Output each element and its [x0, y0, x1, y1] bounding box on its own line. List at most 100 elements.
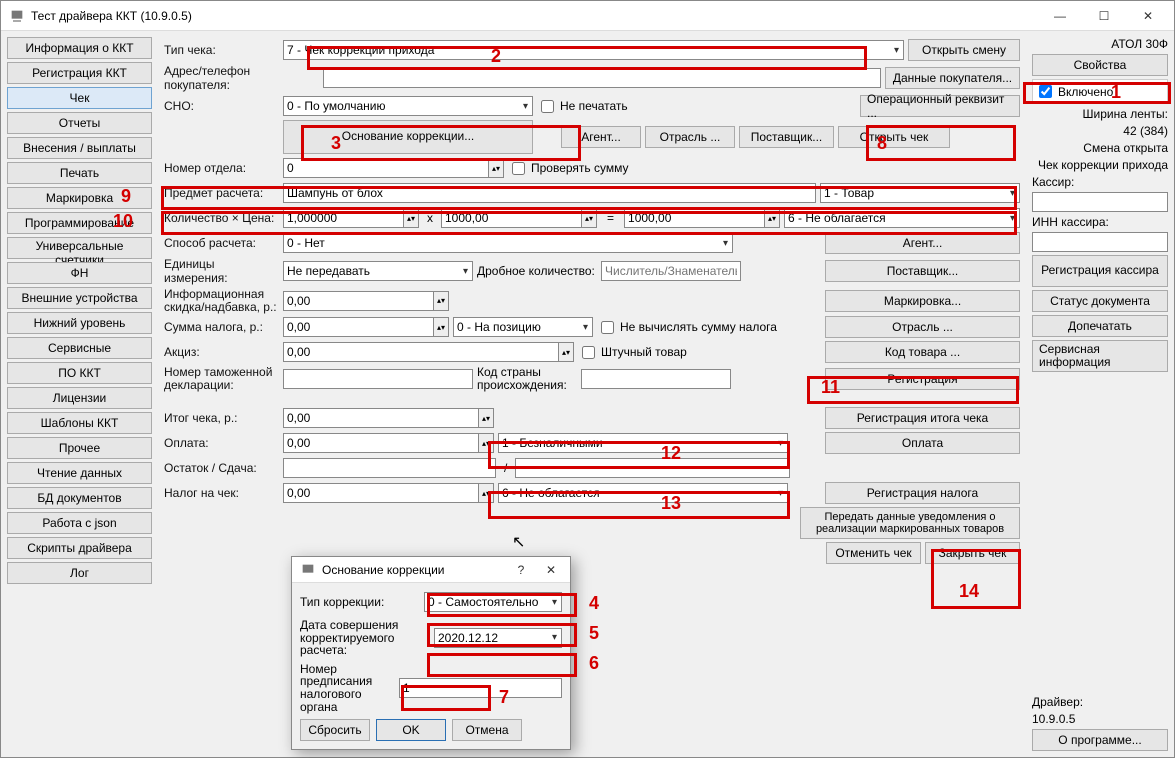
frac-input[interactable]: [601, 261, 741, 281]
payment-button[interactable]: Оплата: [825, 432, 1020, 454]
sidebar-item-low-level[interactable]: Нижний уровень: [7, 312, 152, 334]
payment-input[interactable]: [283, 433, 478, 453]
supplier-button-2[interactable]: Поставщик...: [825, 260, 1020, 282]
sidebar-item-json[interactable]: Работа с json: [7, 512, 152, 534]
check-tax-input[interactable]: [283, 483, 478, 503]
no-calc-tax-checkbox[interactable]: Не вычислять сумму налога: [597, 318, 777, 337]
about-button[interactable]: О программе...: [1032, 729, 1168, 751]
corr-type-select[interactable]: 0 - Самостоятельно: [424, 592, 562, 612]
sidebar-item-reports[interactable]: Отчеты: [7, 112, 152, 134]
dialog-cancel-button[interactable]: Отмена: [452, 719, 522, 741]
otrasl-button[interactable]: Отрасль ...: [645, 126, 735, 148]
maximize-button[interactable]: ☐: [1082, 2, 1126, 30]
sidebar-item-counters[interactable]: Универсальные счетчики: [7, 237, 152, 259]
total-input[interactable]: [624, 208, 764, 228]
sidebar-item-registration[interactable]: Регистрация ККТ: [7, 62, 152, 84]
dialog-help-button[interactable]: ?: [506, 556, 536, 584]
cashier-inn-input[interactable]: [1032, 232, 1168, 252]
reprint-button[interactable]: Допечатать: [1032, 315, 1168, 337]
no-print-checkbox[interactable]: Не печатать: [537, 97, 628, 116]
subject-type-select[interactable]: 1 - Товар: [820, 183, 1020, 203]
enabled-checkbox[interactable]: Включено: [1032, 79, 1168, 104]
dialog-close-button[interactable]: ✕: [536, 556, 566, 584]
country-input[interactable]: [581, 369, 731, 389]
service-info-button[interactable]: Сервисная информация: [1032, 340, 1168, 372]
op-rekv-button[interactable]: Операционный реквизит ...: [860, 95, 1020, 117]
dept-input[interactable]: [283, 158, 488, 178]
close-button[interactable]: ✕: [1126, 2, 1170, 30]
otrasl-button-2[interactable]: Отрасль ...: [825, 316, 1020, 338]
cashier-label: Кассир:: [1032, 175, 1168, 189]
good-code-button[interactable]: Код товара ...: [825, 341, 1020, 363]
corr-doc-input[interactable]: [399, 678, 562, 698]
tax-sum-input[interactable]: [283, 317, 433, 337]
app-icon: [9, 8, 25, 24]
sidebar-item-scripts[interactable]: Скрипты драйвера: [7, 537, 152, 559]
close-check-button[interactable]: Закрыть чек: [925, 542, 1020, 564]
tax-select[interactable]: 6 - Не облагается: [784, 208, 1020, 228]
properties-button[interactable]: Свойства: [1032, 54, 1168, 76]
pay-method-select[interactable]: 0 - Нет: [283, 233, 733, 253]
check-sum-checkbox[interactable]: Проверять сумму: [508, 159, 629, 178]
remain-a-input[interactable]: [283, 458, 496, 478]
sidebar-item-db-docs[interactable]: БД документов: [7, 487, 152, 509]
minimize-button[interactable]: —: [1038, 2, 1082, 30]
open-check-button[interactable]: Открыть чек: [838, 126, 950, 148]
sidebar-item-fn[interactable]: ФН: [7, 262, 152, 284]
sidebar-item-templates[interactable]: Шаблоны ККТ: [7, 412, 152, 434]
sidebar-item-other[interactable]: Прочее: [7, 437, 152, 459]
tax-pos-select[interactable]: 0 - На позицию: [453, 317, 593, 337]
corr-doc-label: Номер предписания налогового органа: [300, 663, 395, 713]
check-type-select[interactable]: 7 - Чек коррекции прихода: [283, 40, 904, 60]
marking-button[interactable]: Маркировка...: [825, 290, 1020, 312]
payment-type-select[interactable]: 1 - Безналичными: [498, 433, 788, 453]
reg-cashier-button[interactable]: Регистрация кассира: [1032, 255, 1168, 287]
sidebar-item-cash[interactable]: Внесения / выплаты: [7, 137, 152, 159]
customer-data-button[interactable]: Данные покупателя...: [885, 67, 1020, 89]
dialog-ok-button[interactable]: OK: [376, 719, 446, 741]
piece-good-checkbox[interactable]: Штучный товар: [578, 343, 687, 362]
dialog-reset-button[interactable]: Сбросить: [300, 719, 370, 741]
sidebar-item-read-data[interactable]: Чтение данных: [7, 462, 152, 484]
anno-12: 12: [661, 443, 681, 464]
excise-input[interactable]: [283, 342, 558, 362]
supplier-button[interactable]: Поставщик...: [739, 126, 834, 148]
discount-input[interactable]: [283, 291, 433, 311]
addr-input[interactable]: [323, 68, 881, 88]
check-tax-type-select[interactable]: 6 - Не облагается: [498, 483, 788, 503]
decl-input[interactable]: [283, 369, 473, 389]
subject-input[interactable]: [283, 183, 816, 203]
excise-label: Акциз:: [164, 345, 279, 359]
anno-8: 8: [877, 133, 887, 154]
sidebar-item-print[interactable]: Печать: [7, 162, 152, 184]
register-button[interactable]: Регистрация: [825, 368, 1020, 390]
open-shift-button[interactable]: Открыть смену: [908, 39, 1020, 61]
sidebar-item-log[interactable]: Лог: [7, 562, 152, 584]
anno-6: 6: [589, 653, 599, 674]
sidebar-item-info[interactable]: Информация о ККТ: [7, 37, 152, 59]
sidebar-item-check[interactable]: Чек: [7, 87, 152, 109]
spinner-icon[interactable]: ▴▾: [488, 158, 504, 178]
cashier-input[interactable]: [1032, 192, 1168, 212]
doc-status-button[interactable]: Статус документа: [1032, 290, 1168, 312]
correction-base-button[interactable]: Основание коррекции...: [283, 120, 533, 154]
reg-total-button[interactable]: Регистрация итога чека: [825, 407, 1020, 429]
cursor-icon: ↖: [512, 532, 525, 552]
units-select[interactable]: Не передавать: [283, 261, 473, 281]
check-total-input[interactable]: [283, 408, 478, 428]
sidebar-item-licenses[interactable]: Лицензии: [7, 387, 152, 409]
sidebar-item-external[interactable]: Внешние устройства: [7, 287, 152, 309]
price-input[interactable]: [441, 208, 581, 228]
qty-input[interactable]: [283, 208, 403, 228]
sno-select[interactable]: 0 - По умолчанию: [283, 96, 533, 116]
corr-date-select[interactable]: 2020.12.12: [434, 628, 562, 648]
remain-b-input[interactable]: [515, 458, 790, 478]
agent-button[interactable]: Агент...: [561, 126, 641, 148]
send-mark-button[interactable]: Передать данные уведомления о реализации…: [800, 507, 1020, 539]
agent-button-2[interactable]: Агент...: [825, 232, 1020, 254]
cancel-check-button[interactable]: Отменить чек: [826, 542, 921, 564]
tape-width-label: Ширина ленты:: [1032, 107, 1168, 121]
sidebar-item-po-kkt[interactable]: ПО ККТ: [7, 362, 152, 384]
reg-tax-button[interactable]: Регистрация налога: [825, 482, 1020, 504]
sidebar-item-service[interactable]: Сервисные: [7, 337, 152, 359]
